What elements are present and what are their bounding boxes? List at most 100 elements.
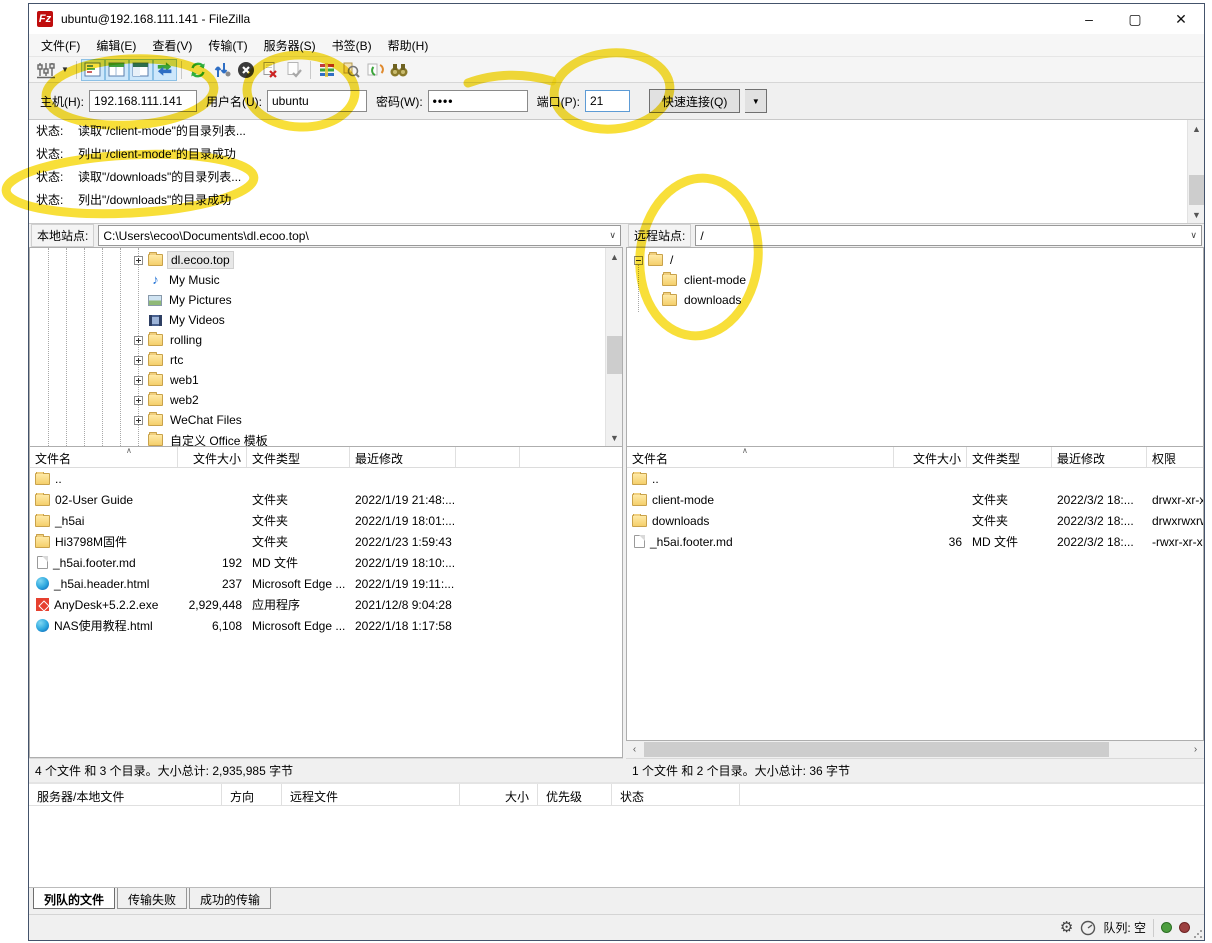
port-input[interactable] <box>585 90 630 112</box>
site-manager-button[interactable] <box>34 59 58 81</box>
tab-failed-transfers[interactable]: 传输失败 <box>117 888 187 909</box>
expand-icon[interactable] <box>134 356 143 365</box>
column-header-modified[interactable]: 最近修改 <box>350 447 456 467</box>
file-row[interactable]: client-mode文件夹2022/3/2 18:...drwxr-xr-x <box>627 489 1203 510</box>
scrollbar-thumb[interactable] <box>644 742 1109 757</box>
synchronized-browsing-button[interactable] <box>363 59 387 81</box>
menu-view[interactable]: 查看(V) <box>144 35 200 56</box>
tab-successful-transfers[interactable]: 成功的传输 <box>189 888 271 909</box>
expand-icon[interactable] <box>134 256 143 265</box>
speed-limit-gauge-icon[interactable] <box>1080 920 1096 936</box>
tree-item-web1[interactable]: web1 <box>30 370 604 390</box>
scrollbar-thumb[interactable] <box>607 336 622 374</box>
menu-bookmarks[interactable]: 书签(B) <box>324 35 380 56</box>
tree-item-dl-ecoo-top[interactable]: dl.ecoo.top <box>30 250 604 270</box>
file-row[interactable]: _h5ai文件夹2022/1/19 18:01:... <box>30 510 622 531</box>
directory-comparison-button[interactable] <box>339 59 363 81</box>
tree-item-my-videos[interactable]: My Videos <box>30 310 604 330</box>
queue-column-size[interactable]: 大小 <box>460 784 538 805</box>
toggle-transfer-queue-button[interactable] <box>153 59 177 81</box>
file-row[interactable]: 02-User Guide文件夹2022/1/19 21:48:... <box>30 489 622 510</box>
file-row[interactable]: _h5ai.footer.md192MD 文件2022/1/19 18:10:.… <box>30 552 622 573</box>
reconnect-button[interactable] <box>282 59 306 81</box>
expand-icon[interactable] <box>134 376 143 385</box>
site-manager-dropdown-button[interactable]: ▼ <box>58 59 72 81</box>
tree-item-rolling[interactable]: rolling <box>30 330 604 350</box>
quickconnect-dropdown-button[interactable]: ▼ <box>745 89 767 113</box>
menu-file[interactable]: 文件(F) <box>33 35 88 56</box>
tab-queued-files[interactable]: 列队的文件 <box>33 888 115 909</box>
toggle-remote-tree-button[interactable] <box>129 59 153 81</box>
file-row[interactable]: _h5ai.footer.md36MD 文件2022/3/2 18:...-rw… <box>627 531 1203 552</box>
queue-column-server-local-file[interactable]: 服务器/本地文件 <box>29 784 222 805</box>
column-header-type[interactable]: 文件类型 <box>967 447 1052 467</box>
queue-column-status[interactable]: 状态 <box>612 784 740 805</box>
toggle-message-log-button[interactable] <box>81 59 105 81</box>
column-header-name[interactable]: 文件名 <box>30 447 178 467</box>
collapse-icon[interactable] <box>634 256 643 265</box>
scroll-up-icon[interactable]: ▲ <box>606 248 623 265</box>
chevron-down-icon[interactable]: ∨ <box>609 230 616 241</box>
remote-path-combobox[interactable]: / ∨ <box>695 225 1202 246</box>
file-row[interactable]: AnyDesk+5.2.2.exe2,929,448应用程序2021/12/8 … <box>30 594 622 615</box>
scrollbar-thumb[interactable] <box>1189 175 1204 205</box>
tree-item-root[interactable]: / <box>627 250 1203 270</box>
tree-item-my-pictures[interactable]: My Pictures <box>30 290 604 310</box>
scroll-down-icon[interactable]: ▼ <box>1188 206 1204 223</box>
column-header-size[interactable]: 文件大小 <box>178 447 247 467</box>
menu-transfer[interactable]: 传输(T) <box>200 35 255 56</box>
process-queue-button[interactable] <box>210 59 234 81</box>
minimize-button[interactable]: – <box>1066 4 1112 34</box>
refresh-button[interactable] <box>186 59 210 81</box>
file-row[interactable]: .. <box>30 468 622 489</box>
menu-help[interactable]: 帮助(H) <box>380 35 437 56</box>
local-tree-scrollbar[interactable]: ▲ ▼ <box>605 248 622 446</box>
menu-edit[interactable]: 编辑(E) <box>88 35 144 56</box>
expand-icon[interactable] <box>134 416 143 425</box>
file-row[interactable]: _h5ai.header.html237Microsoft Edge ...20… <box>30 573 622 594</box>
resize-grip[interactable] <box>1193 929 1203 939</box>
local-path-combobox[interactable]: C:\Users\ecoo\Documents\dl.ecoo.top\ ∨ <box>98 225 621 246</box>
queue-column-remote-file[interactable]: 远程文件 <box>282 784 460 805</box>
tree-item-custom-office-templates[interactable]: 自定义 Office 模板 <box>30 430 604 447</box>
scroll-right-icon[interactable]: › <box>1187 741 1204 758</box>
tree-item-rtc[interactable]: rtc <box>30 350 604 370</box>
maximize-button[interactable]: ▢ <box>1112 4 1158 34</box>
column-header-blank[interactable] <box>456 447 520 467</box>
column-header-size[interactable]: 文件大小 <box>894 447 967 467</box>
tree-item-client-mode[interactable]: client-mode <box>627 270 1203 290</box>
password-input[interactable] <box>428 90 528 112</box>
username-input[interactable] <box>267 90 367 112</box>
log-scrollbar[interactable]: ▲ ▼ <box>1187 120 1204 223</box>
expand-icon[interactable] <box>134 396 143 405</box>
column-header-permissions[interactable]: 权限 <box>1147 447 1204 467</box>
file-row[interactable]: .. <box>627 468 1203 489</box>
scroll-up-icon[interactable]: ▲ <box>1188 120 1204 137</box>
filename-filters-button[interactable] <box>315 59 339 81</box>
queue-column-priority[interactable]: 优先级 <box>538 784 612 805</box>
queue-column-direction[interactable]: 方向 <box>222 784 282 805</box>
scroll-left-icon[interactable]: ‹ <box>626 741 643 758</box>
column-header-type[interactable]: 文件类型 <box>247 447 350 467</box>
quickconnect-button[interactable]: 快速连接(Q) <box>649 89 740 113</box>
gear-icon[interactable]: ⚙ <box>1060 920 1073 935</box>
menu-server[interactable]: 服务器(S) <box>256 35 324 56</box>
column-header-modified[interactable]: 最近修改 <box>1052 447 1147 467</box>
column-header-name[interactable]: 文件名 <box>627 447 894 467</box>
file-row[interactable]: NAS使用教程.html6,108Microsoft Edge ...2022/… <box>30 615 622 636</box>
find-files-button[interactable] <box>387 59 411 81</box>
expand-icon[interactable] <box>134 336 143 345</box>
host-input[interactable] <box>89 90 197 112</box>
close-button[interactable]: ✕ <box>1158 4 1204 34</box>
file-row[interactable]: downloads文件夹2022/3/2 18:...drwxrwxrwx <box>627 510 1203 531</box>
tree-item-downloads[interactable]: downloads <box>627 290 1203 310</box>
chevron-down-icon[interactable]: ∨ <box>1190 230 1197 241</box>
file-row[interactable]: Hi3798M固件文件夹2022/1/23 1:59:43 <box>30 531 622 552</box>
remote-horizontal-scrollbar[interactable]: ‹ › <box>626 741 1204 758</box>
tree-item-web2[interactable]: web2 <box>30 390 604 410</box>
tree-item-wechat-files[interactable]: WeChat Files <box>30 410 604 430</box>
scroll-down-icon[interactable]: ▼ <box>606 429 623 446</box>
disconnect-button[interactable] <box>258 59 282 81</box>
toggle-local-tree-button[interactable] <box>105 59 129 81</box>
tree-item-my-music[interactable]: ♪My Music <box>30 270 604 290</box>
